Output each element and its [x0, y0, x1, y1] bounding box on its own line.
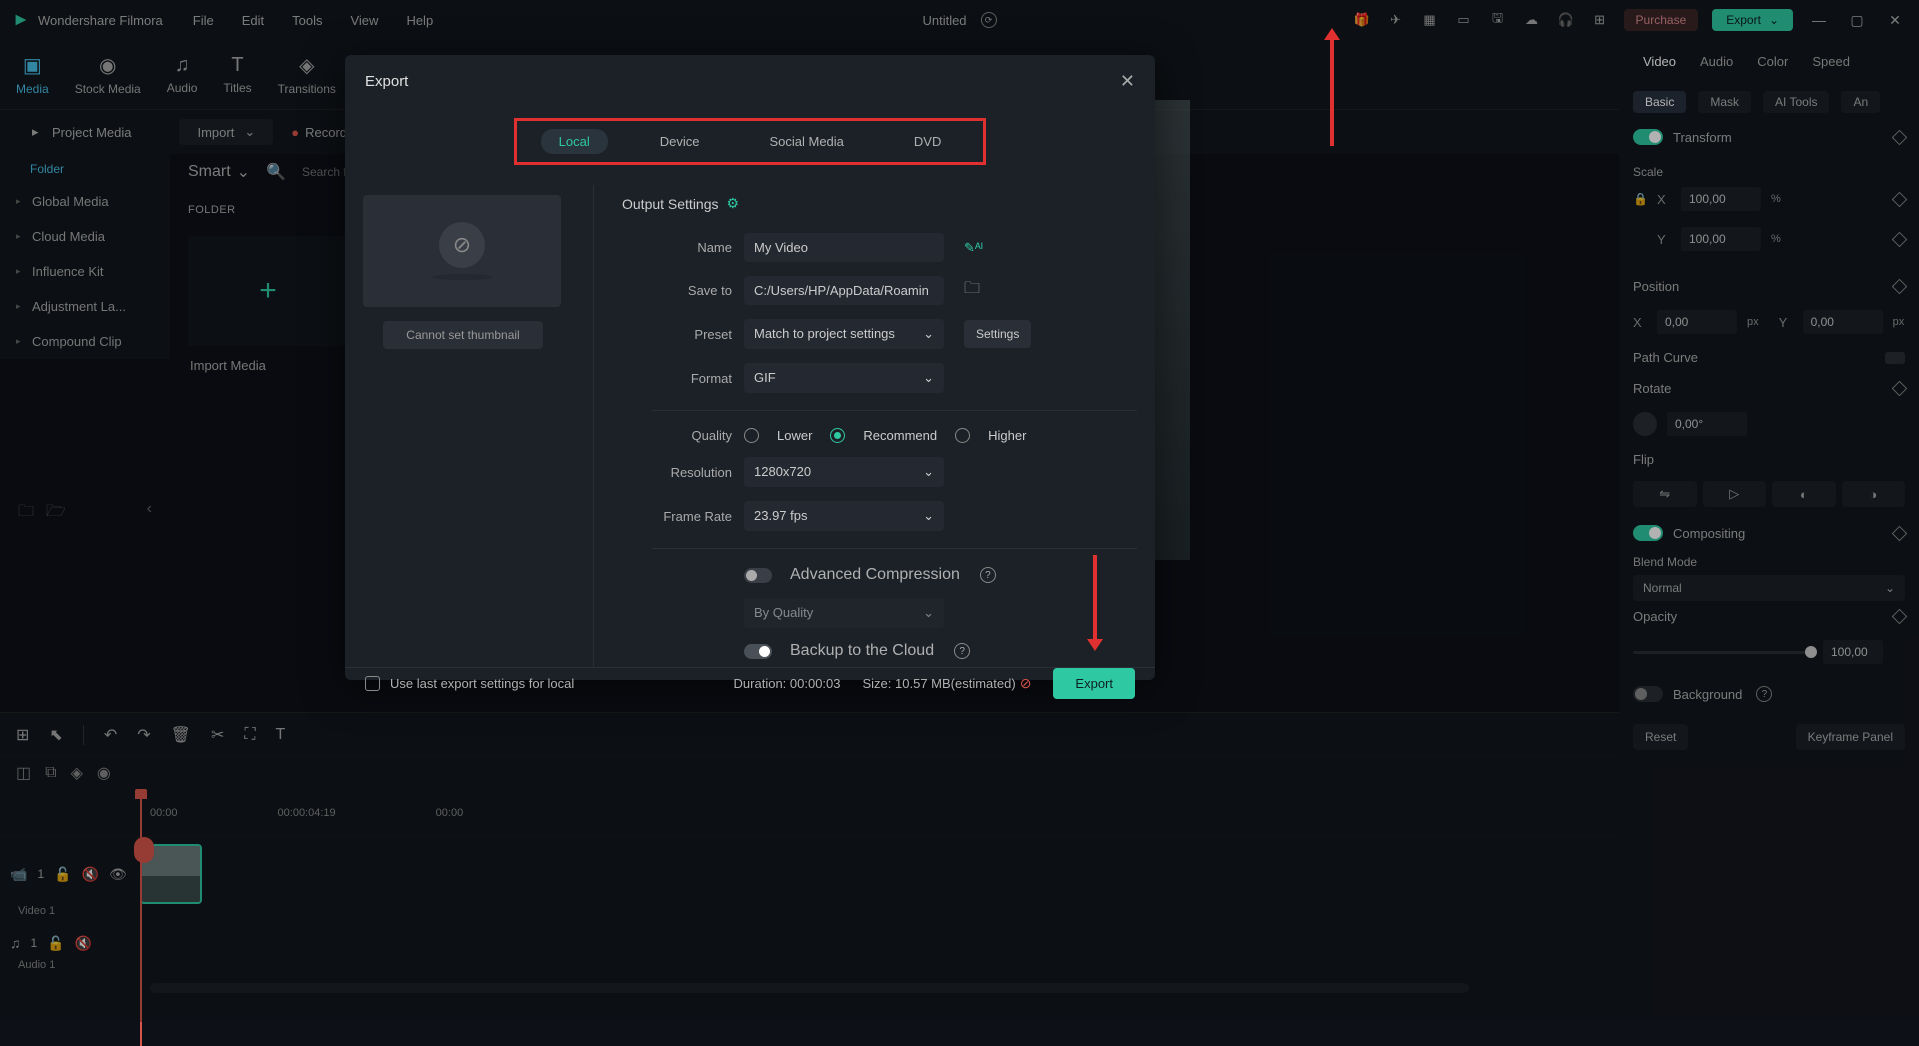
modal-close-button[interactable]: ✕ — [1120, 71, 1135, 92]
format-value: GIF — [754, 370, 776, 386]
separator — [652, 410, 1137, 411]
chevron-down-icon: ⌄ — [923, 370, 934, 386]
q-lower-label: Lower — [777, 428, 812, 443]
quality-label: Quality — [602, 428, 732, 443]
by-quality-value: By Quality — [754, 605, 813, 621]
tab-dvd[interactable]: DVD — [896, 129, 959, 154]
tab-local[interactable]: Local — [541, 129, 608, 154]
adv-compression-label: Advanced Compression — [790, 566, 960, 584]
separator — [652, 548, 1137, 549]
browse-folder-icon[interactable]: 🗀 — [964, 277, 980, 304]
quality-higher-radio[interactable] — [955, 428, 970, 443]
name-label: Name — [602, 240, 732, 255]
quality-radio-group: Lower Recommend Higher — [744, 428, 1026, 443]
warning-icon[interactable]: ⊘ — [1020, 675, 1032, 691]
use-last-checkbox[interactable] — [365, 676, 380, 691]
use-last-label: Use last export settings for local — [390, 676, 574, 691]
modal-body: ⊘ Cannot set thumbnail Output Settings ⚙… — [345, 185, 1155, 667]
name-input[interactable] — [744, 233, 944, 262]
saveto-label: Save to — [602, 283, 732, 298]
adv-compression-toggle[interactable] — [744, 568, 772, 583]
thumbnail-column: ⊘ Cannot set thumbnail — [363, 185, 583, 667]
backup-cloud-toggle[interactable] — [744, 644, 772, 659]
settings-gear-icon[interactable]: ⚙ — [727, 195, 740, 212]
duration-text: Duration: 00:00:03 — [734, 676, 841, 691]
quality-lower-radio[interactable] — [744, 428, 759, 443]
saveto-input[interactable] — [744, 276, 944, 305]
format-dropdown[interactable]: GIF ⌄ — [744, 363, 944, 393]
ai-edit-icon[interactable]: ✎ᴬᴵ — [964, 240, 983, 256]
export-modal: Export ✕ Local Device Social Media DVD ⊘… — [345, 55, 1155, 680]
res-value: 1280x720 — [754, 464, 811, 480]
chevron-down-icon: ⌄ — [923, 326, 934, 342]
export-button[interactable]: Export — [1053, 668, 1135, 699]
size-text: Size: 10.57 MB(estimated) ⊘ — [863, 675, 1032, 692]
q-higher-label: Higher — [988, 428, 1026, 443]
modal-title: Export — [365, 73, 408, 90]
preset-label: Preset — [602, 327, 732, 342]
framerate-label: Frame Rate — [602, 509, 732, 524]
chevron-down-icon: ⌄ — [923, 605, 934, 621]
output-settings-header: Output Settings ⚙ — [622, 195, 1137, 212]
help-icon[interactable]: ? — [980, 567, 996, 583]
quality-recommend-radio[interactable] — [830, 428, 845, 443]
format-label: Format — [602, 371, 732, 386]
resolution-label: Resolution — [602, 465, 732, 480]
size-value: Size: 10.57 MB(estimated) — [863, 676, 1016, 691]
no-thumbnail-icon: ⊘ — [439, 222, 485, 268]
preset-dropdown[interactable]: Match to project settings ⌄ — [744, 319, 944, 349]
tab-device[interactable]: Device — [642, 129, 718, 154]
chevron-down-icon: ⌄ — [923, 464, 934, 480]
backup-label: Backup to the Cloud — [790, 642, 934, 660]
help-icon[interactable]: ? — [954, 643, 970, 659]
thumbnail-box[interactable]: ⊘ — [363, 195, 561, 307]
preset-value: Match to project settings — [754, 326, 895, 342]
framerate-dropdown[interactable]: 23.97 fps ⌄ — [744, 501, 944, 531]
chevron-down-icon: ⌄ — [923, 508, 934, 524]
form-column: Output Settings ⚙ Name ✎ᴬᴵ Save to 🗀 Pre… — [593, 185, 1137, 667]
thumb-shadow — [432, 274, 492, 280]
modal-footer: Use last export settings for local Durat… — [345, 667, 1155, 699]
modal-tabs-wrap: Local Device Social Media DVD — [345, 108, 1155, 185]
export-tabs: Local Device Social Media DVD — [514, 118, 987, 165]
modal-header: Export ✕ — [345, 55, 1155, 108]
by-quality-dropdown: By Quality ⌄ — [744, 598, 944, 628]
preset-settings-button[interactable]: Settings — [964, 320, 1031, 348]
resolution-dropdown[interactable]: 1280x720 ⌄ — [744, 457, 944, 487]
output-settings-label: Output Settings — [622, 196, 719, 212]
q-rec-label: Recommend — [863, 428, 937, 443]
cannot-set-thumbnail: Cannot set thumbnail — [383, 321, 543, 349]
fps-value: 23.97 fps — [754, 508, 808, 524]
tab-social-media[interactable]: Social Media — [751, 129, 861, 154]
